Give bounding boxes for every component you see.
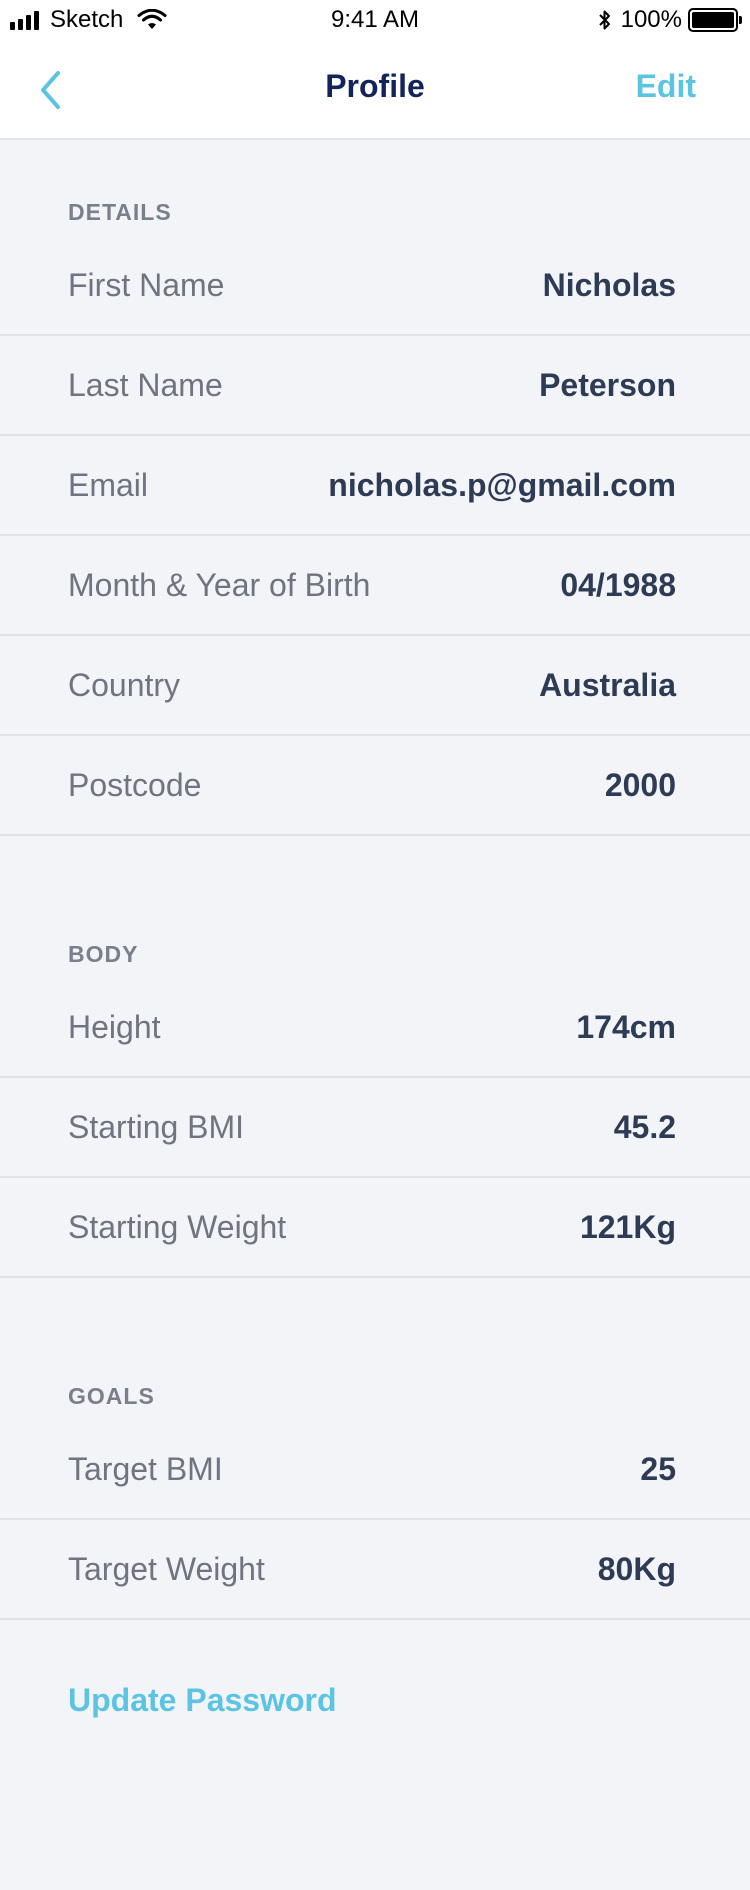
section-header-details: DETAILS xyxy=(68,199,172,225)
row-value: Australia xyxy=(539,666,676,703)
row-label: Target BMI xyxy=(68,1450,223,1487)
battery-icon xyxy=(688,8,742,32)
status-right: 100% xyxy=(597,6,742,34)
battery-percentage: 100% xyxy=(620,6,682,33)
row-label: Last Name xyxy=(68,366,223,403)
row-country: Country Australia xyxy=(0,636,750,736)
navigation-bar: Profile Edit xyxy=(0,40,750,140)
row-starting-bmi: Starting BMI 45.2 xyxy=(0,1078,750,1178)
row-label: Starting Weight xyxy=(68,1208,287,1245)
row-value: 174cm xyxy=(576,1008,676,1045)
row-height: Height 174cm xyxy=(0,978,750,1078)
row-label: Month & Year of Birth xyxy=(68,566,371,603)
row-value: Peterson xyxy=(539,366,676,403)
row-label: Target Weight xyxy=(68,1550,265,1587)
row-birth-date: Month & Year of Birth 04/1988 xyxy=(0,536,750,636)
row-label: Postcode xyxy=(68,766,202,803)
update-password-link[interactable]: Update Password xyxy=(68,1682,337,1719)
row-first-name: First Name Nicholas xyxy=(0,236,750,336)
row-value: 121Kg xyxy=(579,1208,676,1245)
row-value: 80Kg xyxy=(597,1550,676,1587)
row-value: 25 xyxy=(640,1450,676,1487)
section-header-goals: GOALS xyxy=(68,1383,155,1409)
row-postcode: Postcode 2000 xyxy=(0,736,750,836)
profile-content: DETAILS First Name Nicholas Last Name Pe… xyxy=(0,142,750,1719)
row-label: First Name xyxy=(68,266,225,303)
status-bar: Sketch 9:41 AM 100% xyxy=(0,0,750,40)
row-email: Email nicholas.p@gmail.com xyxy=(0,436,750,536)
section-header-body: BODY xyxy=(68,941,139,967)
row-label: Height xyxy=(68,1008,161,1045)
row-label: Starting BMI xyxy=(68,1108,245,1145)
row-value: Nicholas xyxy=(542,266,676,303)
row-last-name: Last Name Peterson xyxy=(0,336,750,436)
row-value: 2000 xyxy=(604,766,676,803)
row-starting-weight: Starting Weight 121Kg xyxy=(0,1178,750,1278)
row-value: nicholas.p@gmail.com xyxy=(328,466,676,503)
battery-fill xyxy=(692,12,734,28)
bluetooth-icon xyxy=(598,10,610,30)
profile-screen: Sketch 9:41 AM 100% Profile Edit DETAILS… xyxy=(0,0,750,1890)
row-label: Country xyxy=(68,666,181,703)
edit-button[interactable]: Edit xyxy=(636,68,696,105)
row-target-bmi: Target BMI 25 xyxy=(0,1420,750,1520)
row-value: 04/1988 xyxy=(560,566,676,603)
row-label: Email xyxy=(68,466,149,503)
row-target-weight: Target Weight 80Kg xyxy=(0,1520,750,1620)
row-value: 45.2 xyxy=(613,1108,676,1145)
